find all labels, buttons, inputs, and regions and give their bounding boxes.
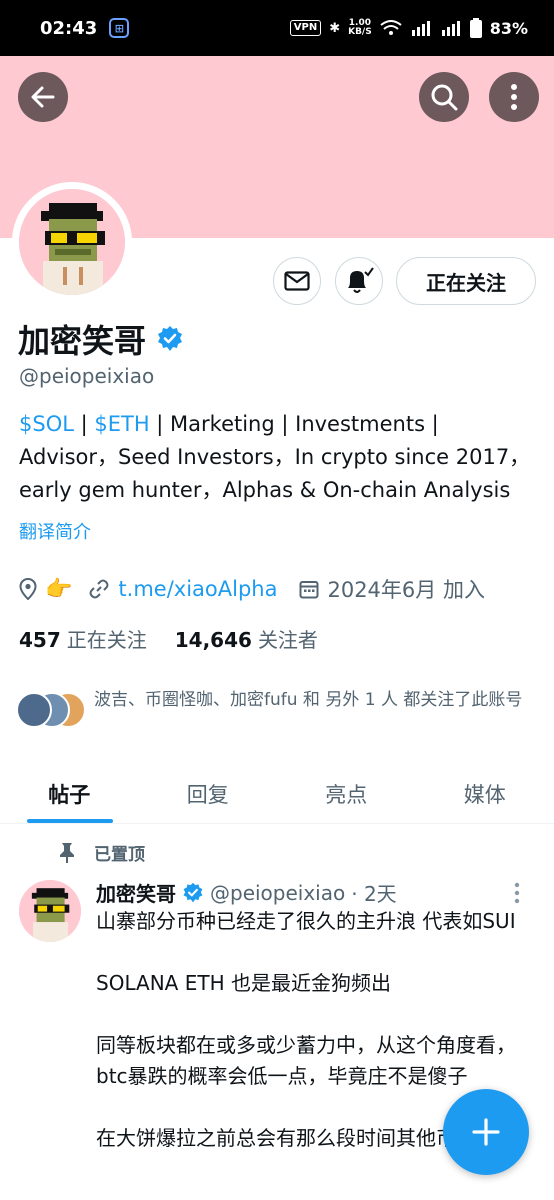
tab-replies[interactable]: 回复 <box>139 764 278 823</box>
follow-stats: 457 正在关注 14,646 关注者 <box>19 624 318 653</box>
status-bar: 02:43 ⊞ VPN ✱ 1.00 KB/S 83% <box>0 0 554 56</box>
profile-tabs: 帖子 回复 亮点 媒体 <box>0 764 554 824</box>
user-handle: @peiopeixiao <box>19 364 155 388</box>
signal-icon-2 <box>441 21 460 36</box>
display-name: 加密笑哥 <box>18 322 147 360</box>
signal-icon <box>411 21 430 36</box>
search-button[interactable] <box>419 72 469 122</box>
following-label: 正在关注 <box>66 628 147 652</box>
followers-stat[interactable]: 14,646 关注者 <box>175 624 318 653</box>
bell-check-icon <box>348 267 374 293</box>
profile-bio: $SOL | $ETH | Marketing | Investments | … <box>19 408 539 507</box>
post-header: 加密笑哥 @peiopeixiao · 2天 <box>96 878 397 907</box>
follower-avatars <box>16 688 86 732</box>
followed-by-text: 波吉、币圈怪咖、加密fufu 和 另外 1 人 都关注了此账号 <box>94 690 523 710</box>
location-icon <box>19 578 37 600</box>
message-button[interactable] <box>273 257 321 305</box>
post-author-name[interactable]: 加密笑哥 <box>96 878 176 907</box>
translate-bio-link[interactable]: 翻译简介 <box>19 518 91 544</box>
following-stat[interactable]: 457 正在关注 <box>19 624 147 653</box>
follower-avatar <box>16 692 52 728</box>
post-more-button[interactable] <box>514 882 520 908</box>
post-author-handle: @peiopeixiao <box>210 880 346 905</box>
more-vertical-icon <box>514 882 520 904</box>
pixel-avatar-image <box>19 189 125 295</box>
bio-cashtag-eth[interactable]: $ETH <box>94 412 149 436</box>
name-row: 加密笑哥 <box>18 316 184 362</box>
status-time: 02:43 <box>40 17 98 39</box>
calendar-icon <box>299 581 319 599</box>
more-vertical-icon <box>511 84 517 110</box>
compose-post-button[interactable] <box>443 1089 529 1175</box>
search-icon <box>431 84 458 111</box>
notifications-button[interactable] <box>335 257 383 305</box>
post-paragraph: SOLANA ETH 也是最近金狗频出 <box>96 971 391 995</box>
net-speed: 1.00 KB/S <box>348 19 372 37</box>
pin-icon <box>60 842 74 863</box>
wifi-icon <box>380 20 402 35</box>
plus-icon <box>472 1118 500 1146</box>
tab-posts[interactable]: 帖子 <box>0 764 139 823</box>
bio-cashtag-sol[interactable]: $SOL <box>19 412 74 436</box>
pinned-label: 已置顶 <box>94 845 145 865</box>
following-count: 457 <box>19 628 61 652</box>
verified-badge-icon <box>158 326 183 351</box>
followers-count: 14,646 <box>174 628 252 652</box>
app-notification-icon: ⊞ <box>109 18 130 38</box>
verified-badge-icon <box>183 882 203 902</box>
followed-by-row[interactable]: 波吉、币圈怪咖、加密fufu 和 另外 1 人 都关注了此账号 <box>16 688 544 732</box>
post-paragraph: 山寨部分币种已经走了很久的主升浪 代表如SUI <box>96 909 516 933</box>
arrow-left-icon <box>31 86 55 108</box>
tab-highlights[interactable]: 亮点 <box>277 764 416 823</box>
post-author-avatar[interactable] <box>19 880 81 942</box>
followers-label: 关注者 <box>257 628 318 652</box>
bio-separator: | <box>73 412 95 436</box>
tab-media[interactable]: 媒体 <box>416 764 554 823</box>
status-indicators: VPN ✱ 1.00 KB/S 83% <box>289 18 528 38</box>
profile-meta: 👉 t.me/xiaoAlpha 2024年6月 加入 <box>19 574 485 604</box>
more-options-button[interactable] <box>489 72 539 122</box>
net-speed-unit: KB/S <box>348 27 372 37</box>
profile-website-link[interactable]: t.me/xiaoAlpha <box>118 577 277 601</box>
vpn-badge: VPN <box>289 20 322 36</box>
link-icon <box>89 579 109 599</box>
battery-icon <box>469 18 482 38</box>
profile-avatar[interactable] <box>19 189 125 295</box>
pixel-avatar-image <box>19 880 81 942</box>
location-emoji: 👉 <box>45 576 73 602</box>
back-button[interactable] <box>18 72 68 122</box>
post-time: · 2天 <box>351 882 397 906</box>
pinned-indicator: 已置顶 <box>58 840 145 865</box>
bluetooth-icon: ✱ <box>329 20 341 36</box>
battery-percent: 83% <box>489 18 528 38</box>
following-button[interactable]: 正在关注 <box>396 257 536 305</box>
mail-icon <box>284 271 310 291</box>
post-paragraph: 同等板块都在或多或少蓄力中，从这个角度看，btc暴跌的概率会低一点，毕竟庄不是傻… <box>96 1033 516 1088</box>
joined-date: 2024年6月 加入 <box>327 578 485 602</box>
